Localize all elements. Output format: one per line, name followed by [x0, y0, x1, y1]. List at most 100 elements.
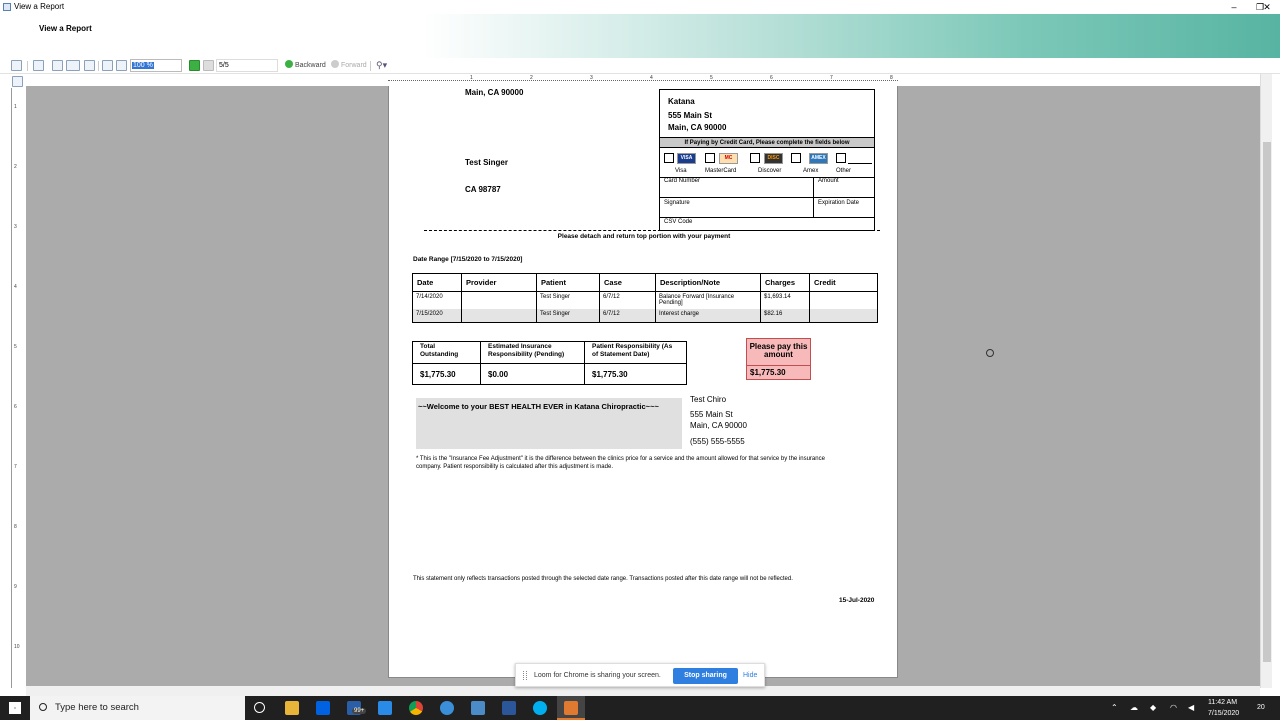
- file-explorer-icon[interactable]: [285, 701, 299, 715]
- transactions-table: Date Provider Patient Case Description/N…: [412, 273, 878, 323]
- windows-start-icon[interactable]: [9, 702, 21, 714]
- skype-icon[interactable]: [533, 701, 547, 715]
- clinic-phone: (555) 555-5555: [690, 437, 745, 446]
- app-icon: [3, 3, 11, 11]
- ruler-toggle-icon[interactable]: [12, 76, 23, 87]
- pay-value: $1,775.30: [750, 368, 786, 377]
- calendar-app-icon[interactable]: [378, 701, 392, 715]
- remit-name: Katana: [668, 97, 695, 106]
- export-icon[interactable]: [11, 60, 22, 71]
- volume-icon[interactable]: ◀: [1188, 696, 1194, 720]
- report-page: Main, CA 90000 Test Singer CA 98787 Kata…: [388, 86, 898, 678]
- ruler-tick: 7: [14, 464, 17, 470]
- page-setup-icon[interactable]: [66, 60, 80, 71]
- stop-sharing-button[interactable]: Stop sharing: [673, 668, 738, 684]
- drag-handle-icon[interactable]: [523, 671, 527, 680]
- ruler-tick: 2: [14, 164, 17, 170]
- cell-patient: Test Singer: [536, 308, 600, 323]
- visa-checkbox[interactable]: [664, 153, 674, 163]
- remit-street: 555 Main St: [668, 111, 713, 120]
- other-checkbox[interactable]: [836, 153, 846, 163]
- zoom-in-icon[interactable]: [102, 60, 113, 71]
- hide-button[interactable]: Hide: [743, 672, 757, 679]
- welcome-message: ~~Welcome to your BEST HEALTH EVER in Ka…: [416, 398, 682, 449]
- scrollbar-thumb[interactable]: [1263, 142, 1271, 662]
- cell-charges: $1,693.14: [760, 291, 810, 309]
- zoom-value: 100 %: [132, 62, 154, 69]
- csv-field[interactable]: CSV Code: [660, 217, 874, 231]
- report-header: View a Report: [0, 14, 1280, 58]
- remote-app-icon[interactable]: [440, 701, 454, 715]
- clock-date[interactable]: 7/15/2020: [1208, 702, 1239, 726]
- katana-app-icon[interactable]: [564, 701, 578, 715]
- backward-button[interactable]: Backward: [285, 60, 326, 71]
- print-icon[interactable]: [52, 60, 63, 71]
- discover-checkbox[interactable]: [750, 153, 760, 163]
- page-indicator[interactable]: 5/5: [216, 59, 278, 72]
- close-button[interactable]: ✕: [1254, 0, 1280, 14]
- tools-dropdown-icon[interactable]: ⚲▾: [376, 60, 387, 71]
- col-charges: Charges: [760, 273, 810, 292]
- vertical-ruler: 1 2 3 4 5 6 7 8 9 10: [11, 88, 21, 688]
- clinic-street: 555 Main St: [690, 410, 733, 419]
- tray-chevron-icon[interactable]: ⌃: [1111, 696, 1118, 720]
- cell-patient: Test Singer: [536, 291, 600, 309]
- amex-checkbox[interactable]: [791, 153, 801, 163]
- zoom-out-icon[interactable]: [116, 60, 127, 71]
- forward-button[interactable]: Forward: [331, 60, 367, 71]
- minimize-button[interactable]: –: [1221, 0, 1247, 14]
- zoom-input[interactable]: 100 %: [130, 59, 182, 72]
- wifi-icon[interactable]: ◠: [1170, 696, 1177, 720]
- recipient-name: Test Singer: [465, 158, 508, 167]
- ruler-tick: 8: [890, 75, 893, 81]
- col-date: Date: [412, 273, 462, 292]
- recipient-city: CA 98787: [465, 185, 501, 194]
- other-line: [848, 163, 872, 164]
- cell-date: 7/15/2020: [412, 308, 462, 323]
- pay-amount-box: Please pay this amount $1,775.30: [746, 338, 811, 380]
- page-icon[interactable]: [84, 60, 95, 71]
- ruler-tick: 1: [14, 104, 17, 110]
- notifications-badge[interactable]: 20: [1257, 696, 1265, 720]
- horizontal-scrollbar[interactable]: [26, 686, 1260, 696]
- summary-table: Total Outstanding Estimated Insurance Re…: [412, 341, 687, 385]
- cortana-icon[interactable]: [254, 702, 265, 713]
- calculator-icon[interactable]: [471, 701, 485, 715]
- expiration-field[interactable]: Expiration Date: [814, 197, 874, 217]
- mastercard-checkbox[interactable]: [705, 153, 715, 163]
- clinic-city: Main, CA 90000: [690, 421, 747, 430]
- header-title: View a Report: [39, 24, 92, 33]
- table-row: 7/15/2020 Test Singer 6/7/12 Interest ch…: [412, 308, 878, 323]
- cell-credit: [809, 308, 878, 323]
- dropbox-tray-icon[interactable]: ◆: [1150, 696, 1156, 720]
- visa-label: Visa: [675, 168, 687, 174]
- signature-field[interactable]: Signature: [660, 197, 814, 217]
- pay-label: Please pay this amount: [747, 339, 810, 366]
- vertical-scrollbar[interactable]: [1260, 74, 1272, 688]
- dropbox-icon[interactable]: [316, 701, 330, 715]
- search-icon: [39, 703, 47, 711]
- ruler-tick: 8: [14, 524, 17, 530]
- cell-provider: [461, 291, 537, 309]
- ruler-tick: 5: [710, 75, 713, 81]
- taskbar-search[interactable]: Type here to search: [30, 696, 245, 720]
- summary-total-header: Total Outstanding: [412, 341, 481, 364]
- cursor-icon: [986, 349, 994, 357]
- horizontal-ruler: 1 2 3 4 5 6 7 8: [388, 75, 898, 84]
- ruler-tick: 3: [590, 75, 593, 81]
- ruler-tick: 6: [770, 75, 773, 81]
- card-number-field[interactable]: Card Number: [660, 177, 814, 197]
- amount-field[interactable]: Amount: [814, 177, 874, 197]
- word-icon[interactable]: [502, 701, 516, 715]
- cell-case: 6/7/12: [599, 291, 656, 309]
- report-viewport[interactable]: Main, CA 90000 Test Singer CA 98787 Kata…: [26, 86, 1260, 686]
- tree-icon[interactable]: [33, 60, 44, 71]
- other-label: Other: [836, 168, 852, 174]
- cloud-icon[interactable]: ☁: [1130, 696, 1138, 720]
- back-arrow-icon: [285, 60, 293, 68]
- prev-page-icon[interactable]: [203, 60, 214, 71]
- first-page-icon[interactable]: [189, 60, 200, 71]
- chrome-icon[interactable]: [409, 701, 423, 715]
- toolbar-separator: [27, 61, 28, 71]
- ruler-tick: 2: [530, 75, 533, 81]
